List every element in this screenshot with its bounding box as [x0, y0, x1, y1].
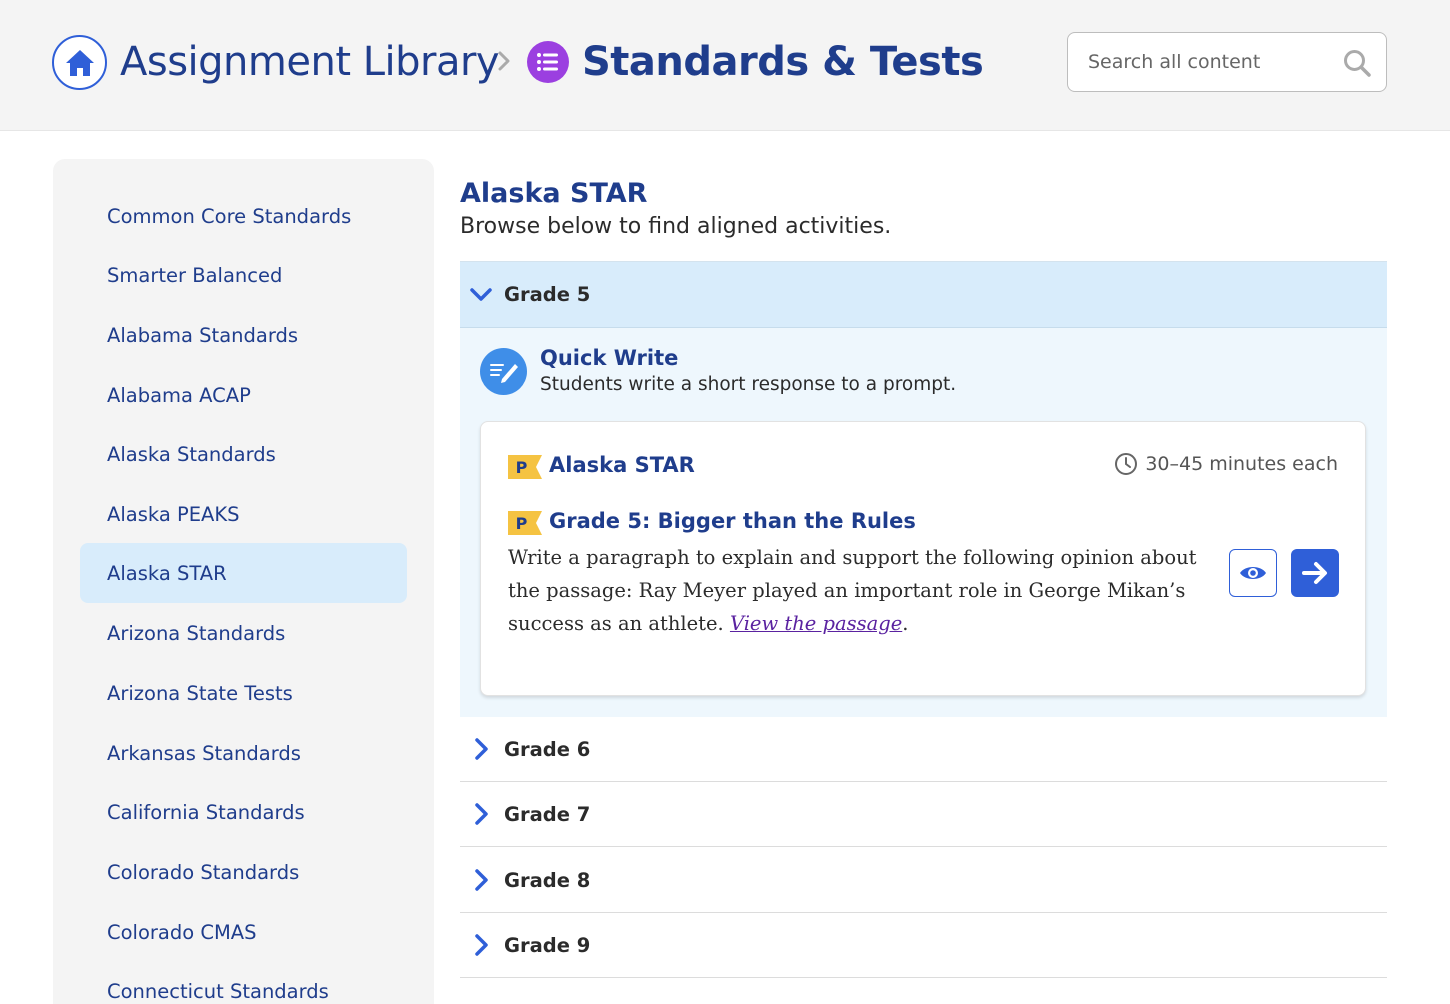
home-icon: [65, 49, 94, 76]
page-title: Standards & Tests: [582, 39, 984, 85]
sidebar-item-common-core-standards[interactable]: Common Core Standards: [80, 186, 407, 246]
grade-7-row[interactable]: Grade 7: [460, 782, 1387, 847]
list-icon: [527, 41, 569, 83]
activity-card: P Alaska STAR 30–45 minutes each P Grade…: [480, 421, 1366, 696]
search-input[interactable]: [1088, 51, 1338, 73]
assign-button[interactable]: [1291, 549, 1339, 597]
prompt-end: .: [902, 612, 909, 635]
sidebar-item-alaska-peaks[interactable]: Alaska PEAKS: [80, 484, 407, 544]
sidebar-item-connecticut-standards[interactable]: Connecticut Standards: [80, 961, 407, 1004]
sidebar-item-arizona-standards[interactable]: Arizona Standards: [80, 603, 407, 663]
breadcrumb-root[interactable]: Assignment Library: [120, 36, 500, 88]
search-icon[interactable]: [1342, 48, 1372, 78]
card-standard-title: Alaska STAR: [549, 453, 695, 477]
assignment-prompt: Write a paragraph to explain and support…: [508, 541, 1223, 640]
sidebar-item-smarter-balanced[interactable]: Smarter Balanced: [80, 245, 407, 305]
sidebar-item-alaska-star[interactable]: Alaska STAR: [80, 543, 407, 603]
header: Assignment Library Standards & Tests: [0, 0, 1450, 131]
sidebar-item-arizona-state-tests[interactable]: Arizona State Tests: [80, 663, 407, 723]
sidebar-item-alaska-standards[interactable]: Alaska Standards: [80, 424, 407, 484]
grade-9-row[interactable]: Grade 9: [460, 913, 1387, 978]
grade-label: Grade 7: [504, 802, 591, 826]
chevron-right-icon: [466, 865, 496, 895]
flag-letter: P: [515, 457, 528, 477]
grade-8-row[interactable]: Grade 8: [460, 848, 1387, 913]
sidebar-item-arkansas-standards[interactable]: Arkansas Standards: [80, 723, 407, 783]
assignment-title[interactable]: Grade 5: Bigger than the Rules: [549, 509, 916, 533]
flag-icon: P: [508, 455, 542, 479]
grade-label: Grade 8: [504, 868, 591, 892]
grade-accordion-open: Grade 5 Quick Write Students write a sho…: [460, 261, 1387, 717]
section-title: Alaska STAR: [460, 178, 648, 209]
grade-5-header[interactable]: Grade 5: [460, 262, 1387, 328]
chevron-down-icon: [466, 280, 496, 310]
chevron-right-icon: [466, 930, 496, 960]
home-button[interactable]: [52, 35, 107, 90]
sidebar: Common Core Standards Smarter Balanced A…: [53, 159, 434, 1004]
grade-6-row[interactable]: Grade 6: [460, 717, 1387, 782]
sidebar-item-colorado-cmas[interactable]: Colorado CMAS: [80, 902, 407, 962]
section-subtitle: Browse below to find aligned activities.: [460, 214, 892, 239]
grade-label: Grade 5: [504, 283, 591, 306]
preview-button[interactable]: [1229, 549, 1277, 597]
grade-label: Grade 9: [504, 933, 591, 957]
duration-text: 30–45 minutes each: [1145, 453, 1338, 475]
flag-letter: P: [515, 513, 528, 533]
clock-icon: [1115, 453, 1138, 475]
grade-label: Grade 6: [504, 737, 591, 761]
eye-icon: [1240, 567, 1266, 579]
duration: 30–45 minutes each: [1114, 452, 1338, 476]
view-passage-link[interactable]: View the passage: [730, 612, 902, 635]
search-box[interactable]: [1067, 32, 1387, 92]
sidebar-item-colorado-standards[interactable]: Colorado Standards: [80, 842, 407, 902]
chevron-right-icon: [466, 734, 496, 764]
quick-write-icon: [480, 348, 527, 395]
activity-title[interactable]: Quick Write: [540, 346, 678, 370]
arrow-right-icon: [1302, 562, 1327, 584]
chevron-right-icon: [494, 46, 514, 76]
flag-icon: P: [508, 511, 542, 535]
sidebar-item-alabama-acap[interactable]: Alabama ACAP: [80, 365, 407, 425]
activity-description: Students write a short response to a pro…: [540, 374, 957, 395]
chevron-right-icon: [466, 799, 496, 829]
sidebar-item-california-standards[interactable]: California Standards: [80, 782, 407, 842]
sidebar-item-alabama-standards[interactable]: Alabama Standards: [80, 305, 407, 365]
